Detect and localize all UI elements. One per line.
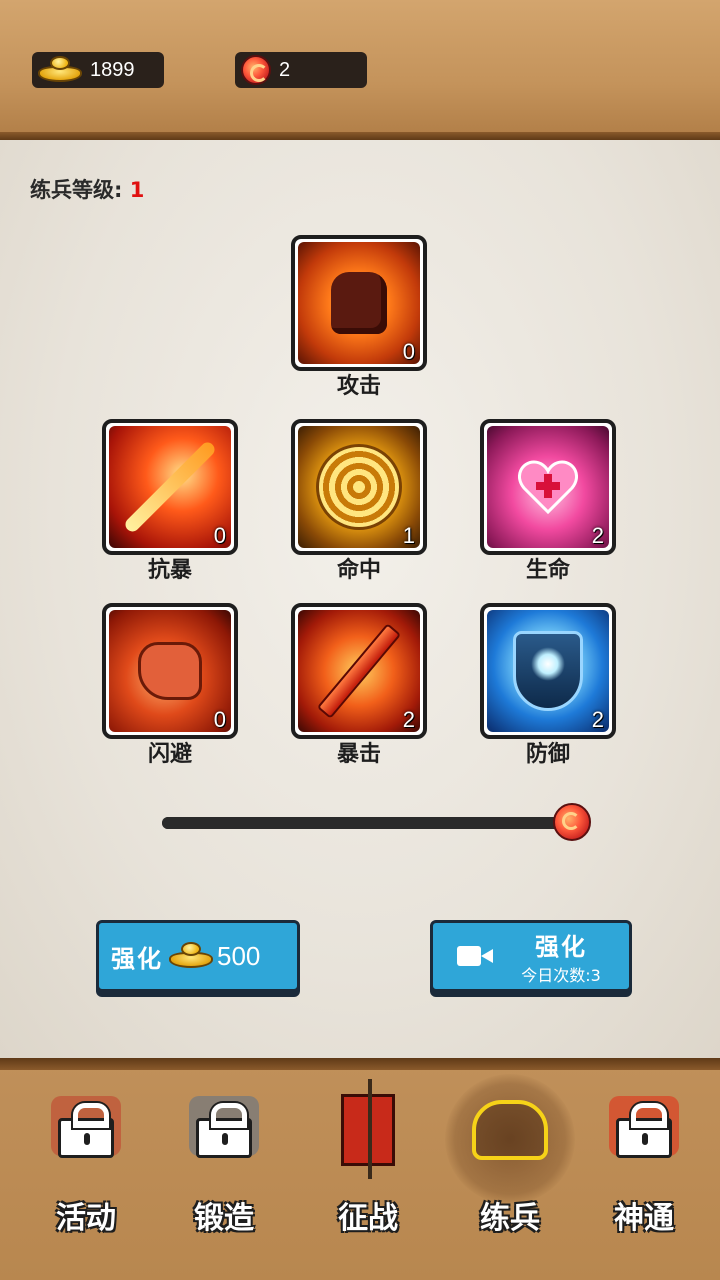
nav-label: 活动	[56, 1201, 116, 1236]
fire-sword-icon	[316, 623, 402, 719]
training-level: 练兵等级: 1	[30, 174, 144, 204]
skill-count: 0	[213, 523, 226, 548]
lock-icon	[616, 1103, 672, 1158]
bottom-nav: 活动 锻造 征战 练兵 神通	[0, 1058, 720, 1280]
training-level-value: 1	[129, 178, 145, 202]
skill-attack[interactable]: 0	[291, 235, 427, 371]
skill-name: 防御	[525, 742, 570, 767]
skill-count: 2	[402, 707, 415, 732]
nav-activity[interactable]: 活动	[26, 1078, 146, 1268]
orb-counter: 2	[235, 52, 367, 88]
upgrade-label: 强化	[111, 944, 163, 973]
red-orb-icon	[241, 55, 271, 85]
upgrade-with-video-button[interactable]: 强化 今日次数:3	[430, 920, 632, 992]
flaming-arrow-icon	[122, 439, 218, 535]
slider-thumb[interactable]	[553, 803, 591, 841]
skill-count: 2	[591, 523, 604, 548]
nav-label: 征战	[338, 1201, 398, 1236]
red-orb-icon	[553, 803, 591, 841]
skill-count: 0	[213, 707, 226, 732]
skill-count: 0	[402, 339, 415, 364]
fist-icon	[331, 272, 387, 334]
gold-ingot-icon	[38, 56, 82, 84]
progress-slider-track[interactable]	[162, 817, 572, 829]
nav-label: 神通	[614, 1201, 674, 1236]
nav-battle[interactable]: 征战	[308, 1078, 428, 1268]
skill-name: 闪避	[147, 742, 192, 767]
upgrade-with-gold-button[interactable]: 强化 500	[96, 920, 300, 992]
top-bar: 1899 2	[0, 0, 720, 140]
video-camera-icon	[457, 944, 493, 968]
skill-count: 2	[591, 707, 604, 732]
war-horse-icon	[472, 1100, 548, 1160]
progress-slider-fill	[162, 817, 572, 829]
skill-accuracy[interactable]: 1	[291, 419, 427, 555]
winged-boot-icon	[138, 642, 202, 700]
skill-name: 命中	[336, 558, 381, 583]
nav-forge[interactable]: 锻造	[164, 1078, 284, 1268]
gold-ingot-icon	[169, 942, 213, 970]
lock-icon	[196, 1103, 252, 1158]
orb-amount: 2	[279, 58, 291, 81]
gold-amount: 1899	[90, 58, 135, 81]
daily-attempts: 今日次数:3	[521, 965, 601, 985]
nav-label: 锻造	[194, 1201, 254, 1236]
skill-name: 攻击	[336, 374, 381, 399]
nav-label: 练兵	[480, 1201, 540, 1236]
lock-icon	[58, 1103, 114, 1158]
target-icon	[316, 444, 402, 530]
heart-plus-icon	[518, 460, 578, 514]
skill-critical[interactable]: 2	[291, 603, 427, 739]
skill-name: 抗暴	[147, 558, 192, 583]
skill-defense[interactable]: 2	[480, 603, 616, 739]
upgrade-label: 强化	[535, 932, 587, 961]
skill-name: 暴击	[336, 742, 381, 767]
nav-training[interactable]: 练兵	[445, 1074, 575, 1268]
skill-dodge[interactable]: 0	[102, 603, 238, 739]
upgrade-cost: 500	[217, 940, 261, 971]
skill-health[interactable]: 2	[480, 419, 616, 555]
skill-resist-crit[interactable]: 0	[102, 419, 238, 555]
gold-counter: 1899	[32, 52, 164, 88]
skill-name: 生命	[525, 558, 570, 583]
skill-count: 1	[402, 523, 415, 548]
training-panel: 练兵等级: 1 0 攻击 0 抗暴 1 命中 2 生命 0 闪避 2 暴击 2 …	[0, 140, 720, 1058]
nav-divine[interactable]: 神通	[584, 1078, 704, 1268]
battle-banner-icon	[341, 1079, 395, 1179]
training-level-label: 练兵等级:	[30, 178, 123, 202]
